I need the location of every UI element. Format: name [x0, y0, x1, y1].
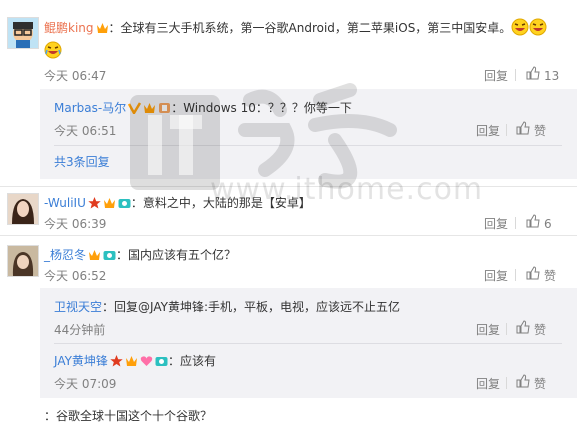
comment-line: 鲲鹏king ：全球有三大手机系统，第一谷歌Android，第二苹果iOS，第三中…	[44, 18, 547, 39]
comment-text: ：意料之中，大陆的那是【安卓】	[130, 196, 311, 210]
partial-comment: ：谷歌全球十国这个十个谷歌？	[44, 407, 212, 424]
divider	[54, 343, 562, 344]
comment-author[interactable]: _杨忍冬	[44, 248, 86, 262]
like-button[interactable]: 赞	[516, 374, 546, 392]
reply-button[interactable]: 回复	[476, 122, 500, 139]
reply-time: 今天 07:09	[54, 377, 117, 391]
vip-icon	[88, 249, 101, 261]
vip-icon	[125, 355, 138, 367]
camera-icon	[118, 197, 131, 209]
divider	[515, 217, 516, 229]
reply-line: JAY黄坤锋 ：应该有	[54, 352, 216, 369]
reply-button[interactable]: 回复	[476, 375, 500, 392]
vip-icon	[103, 197, 116, 209]
divider	[0, 186, 577, 187]
reply-author[interactable]: JAY黄坤锋	[54, 354, 108, 368]
avatar[interactable]	[7, 17, 39, 49]
like-button[interactable]: 赞	[526, 266, 556, 284]
comment-line: -WuliIU ：意料之中，大陆的那是【安卓】	[44, 194, 311, 211]
camera-icon	[103, 249, 116, 261]
like-button[interactable]: 赞	[516, 320, 546, 338]
reply-button[interactable]: 回复	[484, 215, 508, 232]
reply-button[interactable]: 回复	[476, 321, 500, 338]
vip-icon	[143, 102, 156, 114]
avatar[interactable]	[7, 245, 39, 277]
comment-time: 今天 06:52	[44, 269, 107, 283]
comment-author[interactable]: 鲲鹏king	[44, 21, 94, 35]
divider	[515, 69, 516, 81]
thumbs-up-icon	[516, 121, 530, 138]
comment-time: 今天 06:39	[44, 217, 107, 231]
reply-box: Marbas-马尔 ：Windows 10：？？？你等一下 今天 06:51 回复…	[40, 89, 577, 179]
partial-comment-text: ：谷歌全球十国这个十个谷歌？	[44, 409, 213, 423]
thumbs-up-icon	[526, 214, 540, 231]
comment-line: _杨忍冬 ：国内应该有五个亿？	[44, 246, 236, 263]
reply-author[interactable]: 卫视天空	[54, 300, 102, 314]
divider	[515, 269, 516, 281]
reply-author[interactable]: Marbas-马尔	[54, 101, 126, 115]
laugh-cry-emoji	[44, 41, 62, 62]
like-button[interactable]: 6	[526, 214, 552, 231]
divider	[506, 124, 507, 136]
laugh-cry-emoji	[511, 18, 547, 39]
like-label: 赞	[534, 124, 547, 138]
reply-line: Marbas-马尔 ：Windows 10：？？？你等一下	[54, 99, 352, 116]
comment-author[interactable]: -WuliIU	[44, 196, 86, 210]
reply-time: 今天 06:51	[54, 124, 117, 138]
star-icon	[110, 355, 123, 367]
reply-button[interactable]: 回复	[484, 267, 508, 284]
comment-text: ：全球有三大手机系统，第一谷歌Android，第二苹果iOS，第三中国安卓。	[108, 21, 512, 35]
like-label: 赞	[544, 269, 557, 283]
like-button[interactable]: 13	[526, 66, 559, 83]
comment-text: ：国内应该有五个亿？	[116, 248, 237, 262]
thumbs-up-icon	[526, 266, 540, 283]
like-label: 赞	[534, 323, 547, 337]
reply-text: ：应该有	[167, 354, 216, 368]
like-label: 赞	[534, 377, 547, 391]
more-replies-link[interactable]: 共3条回复	[54, 153, 110, 170]
reply-time: 44分钟前	[54, 323, 106, 337]
comment-time: 今天 06:47	[44, 69, 107, 83]
reply-box: 卫视天空：回复@JAY黄坤锋:手机，平板，电视，应该远不止五亿 44分钟前 回复…	[40, 288, 577, 398]
like-button[interactable]: 赞	[516, 121, 546, 139]
vip-icon	[96, 22, 109, 34]
reply-text: ：回复@JAY黄坤锋:手机，平板，电视，应该远不止五亿	[102, 300, 400, 314]
medal-icon	[158, 102, 171, 114]
thumbs-up-icon	[516, 320, 530, 337]
reply-line: 卫视天空：回复@JAY黄坤锋:手机，平板，电视，应该远不止五亿	[54, 298, 400, 315]
like-count: 6	[544, 217, 552, 231]
verified-icon	[128, 102, 142, 116]
divider	[506, 323, 507, 335]
reply-button[interactable]: 回复	[484, 67, 508, 84]
emoji-line	[44, 41, 62, 62]
divider	[0, 235, 577, 236]
heart-icon	[140, 355, 153, 367]
star-icon	[88, 197, 101, 209]
avatar[interactable]	[7, 193, 39, 225]
reply-text: ：Windows 10：？？？你等一下	[171, 101, 352, 115]
thumbs-up-icon	[526, 66, 540, 83]
camera-icon	[155, 355, 168, 367]
like-count: 13	[544, 69, 560, 83]
divider	[54, 145, 562, 146]
thumbs-up-icon	[516, 374, 530, 391]
divider	[506, 377, 507, 389]
